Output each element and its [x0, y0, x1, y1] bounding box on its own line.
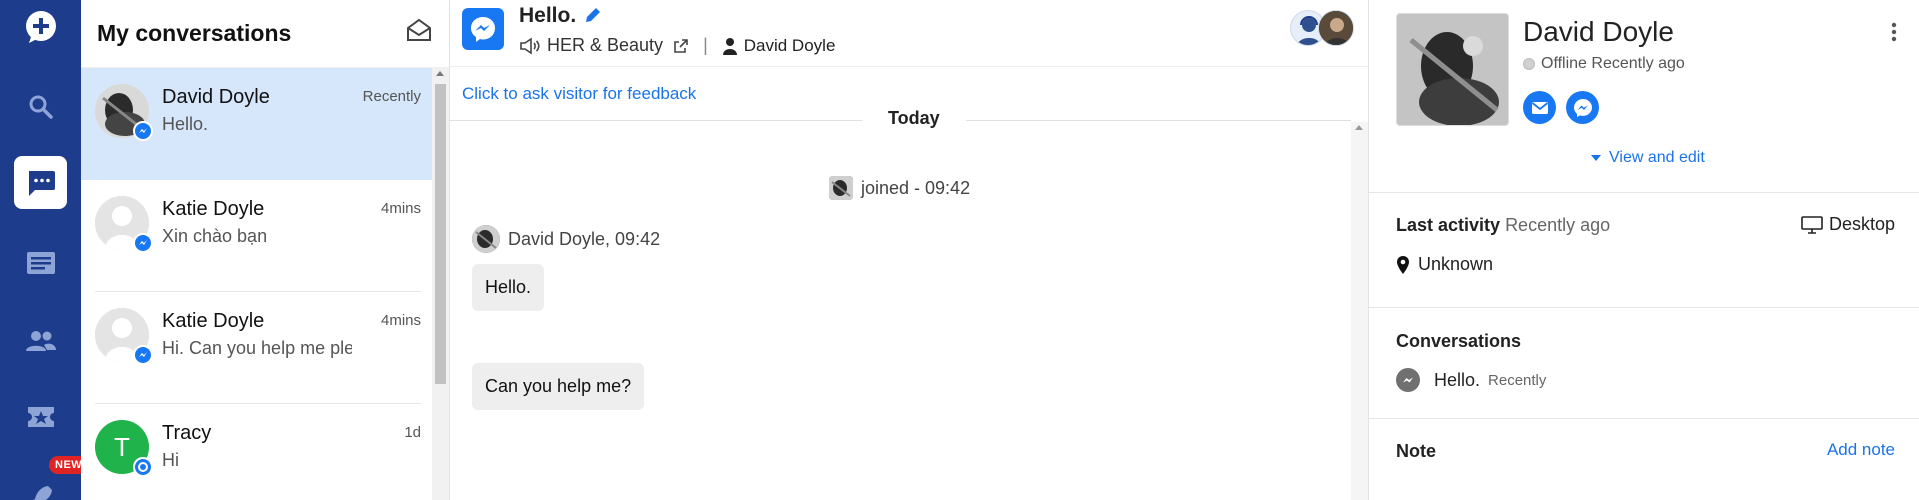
visitor-name: David Doyle: [1523, 16, 1674, 47]
past-conversation-time: Recently: [1488, 371, 1547, 389]
divider: [1369, 192, 1919, 193]
contacts-icon[interactable]: [14, 314, 67, 367]
chat-panel: Hello. HER & Beauty | David Doyle Click …: [450, 0, 1369, 500]
conversation-name: David Doyle: [162, 86, 270, 108]
conversation-time: 4mins: [380, 200, 421, 217]
participant-avatars[interactable]: [1290, 10, 1354, 46]
sender-name-time: David Doyle, 09:42: [508, 228, 661, 249]
conversation-preview: Hi: [162, 450, 179, 470]
conversation-list-header: My conversations: [81, 0, 449, 68]
message-bubble: Hello.: [472, 264, 545, 311]
chat-widget-icon: [133, 457, 153, 477]
conversation-preview: Hello.: [162, 114, 209, 134]
left-rail: NEW: [0, 0, 89, 500]
assigned-agent[interactable]: David Doyle: [744, 36, 836, 56]
messenger-icon[interactable]: [1566, 91, 1599, 124]
conversation-time: 1d: [404, 424, 421, 441]
past-conversation-title: Hello.: [1434, 369, 1481, 390]
profile-photo: [1396, 13, 1509, 126]
agent-person-icon: [722, 37, 738, 55]
location-label: Unknown: [1418, 254, 1494, 274]
more-options-icon[interactable]: [1891, 22, 1897, 47]
conversation-item[interactable]: Katie Doyle 4mins Hi. Can you help me pl…: [95, 292, 421, 404]
speaker-icon: [519, 37, 541, 55]
app-root: NEW My conversations David Doyle Recentl…: [0, 0, 1919, 500]
separator: |: [703, 35, 708, 55]
edit-pencil-icon[interactable]: [584, 6, 602, 29]
conversation-list: David Doyle Recently Hello. Katie Doyle …: [81, 68, 433, 500]
conversation-list-panel: My conversations David Doyle Recently He…: [81, 0, 450, 500]
contact-channel-buttons: [1523, 91, 1609, 124]
add-note-link[interactable]: Add note: [1827, 440, 1895, 460]
inbox-list-icon[interactable]: [14, 236, 67, 289]
conversation-item[interactable]: Katie Doyle 4mins Xin chào bạn: [95, 180, 421, 292]
message-sender: David Doyle, 09:42: [472, 225, 660, 253]
scroll-up-arrow[interactable]: [436, 71, 444, 76]
desktop-icon: [1801, 215, 1823, 234]
chat-header: Hello. HER & Beauty | David Doyle: [450, 0, 1368, 67]
avatar: [472, 225, 500, 253]
note-section-label: Note: [1396, 441, 1436, 461]
messenger-icon: [133, 345, 153, 365]
tickets-icon[interactable]: [14, 390, 67, 443]
conversation-preview: Xin chào bạn: [162, 226, 268, 246]
search-icon[interactable]: [14, 80, 67, 133]
chat-icon[interactable]: [14, 156, 67, 209]
conversation-name: Katie Doyle: [162, 198, 265, 220]
visitor-profile-panel: David Doyle Offline Recently ago View an…: [1369, 0, 1919, 500]
map-pin-icon: [1396, 255, 1410, 275]
ask-feedback-link[interactable]: Click to ask visitor for feedback: [462, 84, 696, 104]
conversation-time: Recently: [362, 88, 421, 105]
last-activity-value: Recently ago: [1505, 215, 1611, 235]
message-bubble: Can you help me?: [472, 363, 645, 410]
day-divider: Today: [450, 104, 1368, 134]
mark-read-envelope-icon[interactable]: [405, 16, 433, 44]
conversation-item[interactable]: David Doyle Recently Hello.: [81, 68, 433, 180]
conversation-list-title: My conversations: [97, 20, 292, 46]
conversation-name: Katie Doyle: [162, 310, 265, 332]
conversation-preview: Hi. Can you help me ple: [162, 338, 352, 358]
visitor-avatar: [1318, 10, 1354, 46]
view-edit-label: View and edit: [1609, 149, 1705, 166]
location-info: Unknown: [1396, 254, 1493, 275]
rocket-icon[interactable]: [14, 470, 67, 500]
chat-scrollbar[interactable]: [1351, 122, 1368, 500]
conversation-scrollbar[interactable]: [432, 68, 449, 500]
scrollbar-thumb[interactable]: [435, 84, 446, 384]
view-and-edit-toggle[interactable]: View and edit: [1591, 149, 1705, 167]
messenger-icon: [133, 233, 153, 253]
device-label: Desktop: [1828, 214, 1895, 234]
conversation-item[interactable]: T Tracy 1d Hi: [95, 404, 421, 500]
external-link-icon[interactable]: [673, 38, 689, 54]
device-info: Desktop: [1801, 214, 1895, 235]
last-activity-label: Last activity: [1396, 215, 1501, 235]
chat-title: Hello.: [519, 4, 577, 27]
scroll-up-arrow[interactable]: [1355, 125, 1363, 130]
page-name: HER & Beauty: [547, 35, 664, 55]
conversations-section-label: Conversations: [1396, 331, 1522, 351]
divider: [1369, 307, 1919, 308]
messenger-icon: [1396, 368, 1420, 392]
day-label: Today: [862, 108, 966, 129]
status-text: Offline Recently ago: [1541, 55, 1685, 72]
join-text: joined - 09:42: [861, 177, 971, 198]
join-event: joined - 09:42: [829, 176, 970, 200]
divider: [1369, 418, 1919, 419]
past-conversation-entry[interactable]: Hello. Recently: [1396, 368, 1546, 392]
new-conversation-icon[interactable]: [14, 0, 67, 53]
messenger-icon: [462, 8, 504, 50]
email-icon[interactable]: [1523, 91, 1556, 124]
conversation-name: Tracy: [162, 422, 212, 444]
conversation-time: 4mins: [380, 312, 421, 329]
last-activity-row: Last activity Recently ago: [1396, 215, 1610, 236]
chat-subheader: HER & Beauty | David Doyle: [519, 35, 835, 56]
offline-status-dot: [1523, 58, 1535, 70]
avatar: [829, 176, 853, 200]
messenger-icon: [133, 121, 153, 141]
caret-down-icon: [1591, 155, 1601, 161]
visitor-status: Offline Recently ago: [1523, 55, 1685, 73]
